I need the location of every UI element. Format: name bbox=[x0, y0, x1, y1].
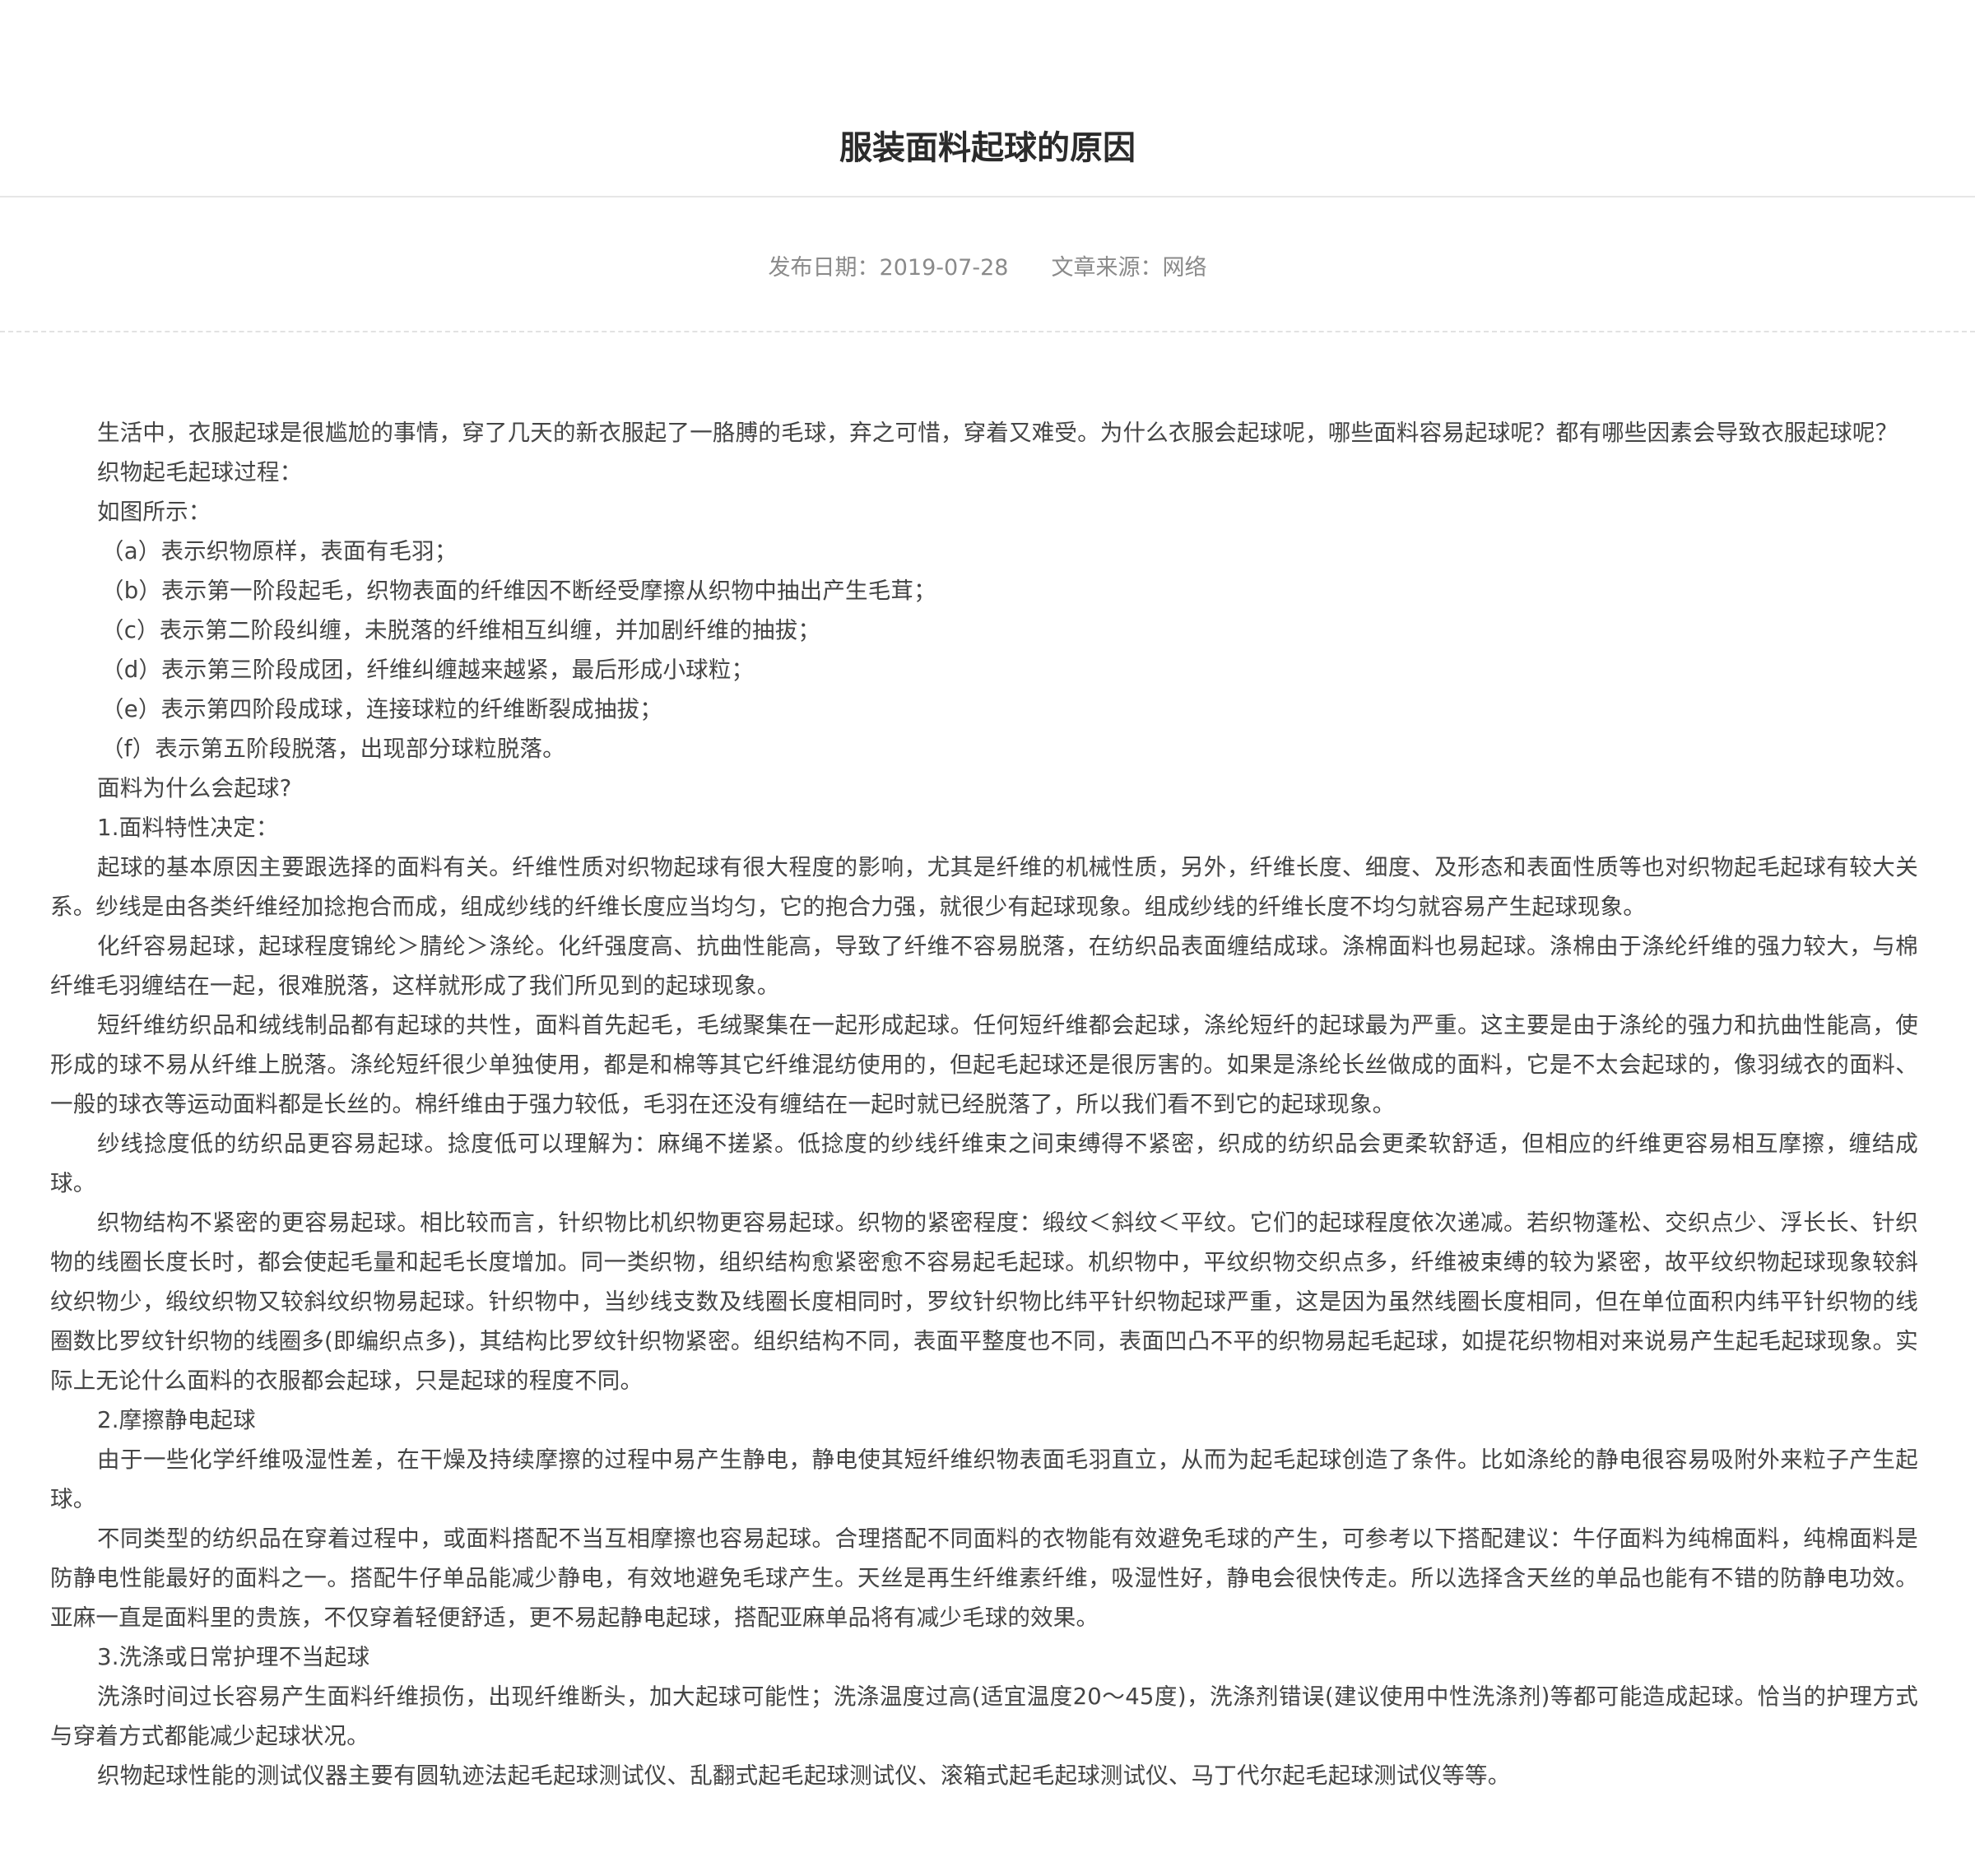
section-heading-static: 2.摩擦静电起球 bbox=[97, 1407, 256, 1433]
section-heading-washing: 3.洗涤或日常护理不当起球 bbox=[97, 1644, 370, 1670]
article-body: 生活中，衣服起球是很尴尬的事情，穿了几天的新衣服起了一胳膊的毛球，弃之可惜，穿着… bbox=[50, 413, 1918, 1795]
paragraph-synthetic-fiber: 化纤容易起球，起球程度锦纶＞腈纶＞涤纶。化纤强度高、抗曲性能高，导致了纤维不容易… bbox=[50, 933, 1918, 999]
paragraph-figure-note: 如图所示： bbox=[97, 499, 211, 525]
paragraph-fabric-basics: 起球的基本原因主要跟选择的面料有关。纤维性质对织物起球有很大程度的影响，尤其是纤… bbox=[50, 854, 1918, 920]
paragraph-test-instruments: 织物起球性能的测试仪器主要有圆轨迹法起毛起球测试仪、乱翻式起毛起球测试仪、滚箱式… bbox=[97, 1762, 1511, 1789]
publish-date: 发布日期：2019-07-28 bbox=[768, 255, 1009, 281]
section-heading-fabric: 1.面料特性决定： bbox=[97, 815, 279, 841]
article-header: 服装面料起球的原因 bbox=[0, 0, 1975, 197]
paragraph-stage-c: （c）表示第二阶段纠缠，未脱落的纤维相互纠缠，并加剧纤维的抽拔； bbox=[101, 617, 821, 643]
meta-line: 发布日期：2019-07-28 文章来源：网络 bbox=[0, 252, 1975, 285]
paragraph-loose-structure: 织物结构不紧密的更容易起球。相比较而言，针织物比机织物更容易起球。织物的紧密程度… bbox=[50, 1210, 1918, 1394]
paragraph-stage-a: （a）表示织物原样，表面有毛羽； bbox=[101, 538, 458, 564]
paragraph-static-cause: 由于一些化学纤维吸湿性差，在干燥及持续摩擦的过程中易产生静电，静电使其短纤维织物… bbox=[50, 1446, 1918, 1512]
paragraph-process-heading: 织物起毛起球过程： bbox=[97, 459, 303, 485]
article-meta: 发布日期：2019-07-28 文章来源：网络 bbox=[0, 197, 1975, 332]
paragraph-stage-f: （f）表示第五阶段脱落，出现部分球粒脱落。 bbox=[101, 736, 565, 762]
paragraph-short-fiber: 短纤维纺织品和绒线制品都有起球的共性，面料首先起毛，毛绒聚集在一起形成起球。任何… bbox=[50, 1012, 1918, 1117]
paragraph-washing-care: 洗涤时间过长容易产生面料纤维损伤，出现纤维断头，加大起球可能性；洗涤温度过高(适… bbox=[50, 1683, 1918, 1749]
paragraph-low-twist: 纱线捻度低的纺织品更容易起球。捻度低可以理解为：麻绳不搓紧。低捻度的纱线纤维束之… bbox=[50, 1131, 1918, 1196]
article-source: 文章来源：网络 bbox=[1051, 255, 1207, 281]
paragraph-fabric-pairing: 不同类型的纺织品在穿着过程中，或面料搭配不当互相摩擦也容易起球。合理搭配不同面料… bbox=[50, 1525, 1918, 1631]
paragraph-stage-b: （b）表示第一阶段起毛，织物表面的纤维因不断经受摩擦从织物中抽出产生毛茸； bbox=[101, 578, 936, 604]
paragraph-intro: 生活中，衣服起球是很尴尬的事情，穿了几天的新衣服起了一胳膊的毛球，弃之可惜，穿着… bbox=[97, 420, 1898, 446]
paragraph-why-heading: 面料为什么会起球? bbox=[97, 775, 292, 801]
article-title: 服装面料起球的原因 bbox=[839, 129, 1136, 167]
paragraph-stage-e: （e）表示第四阶段成球，连接球粒的纤维断裂成抽拔； bbox=[101, 696, 662, 722]
paragraph-stage-d: （d）表示第三阶段成团，纤维纠缠越来越紧，最后形成小球粒； bbox=[101, 657, 755, 683]
